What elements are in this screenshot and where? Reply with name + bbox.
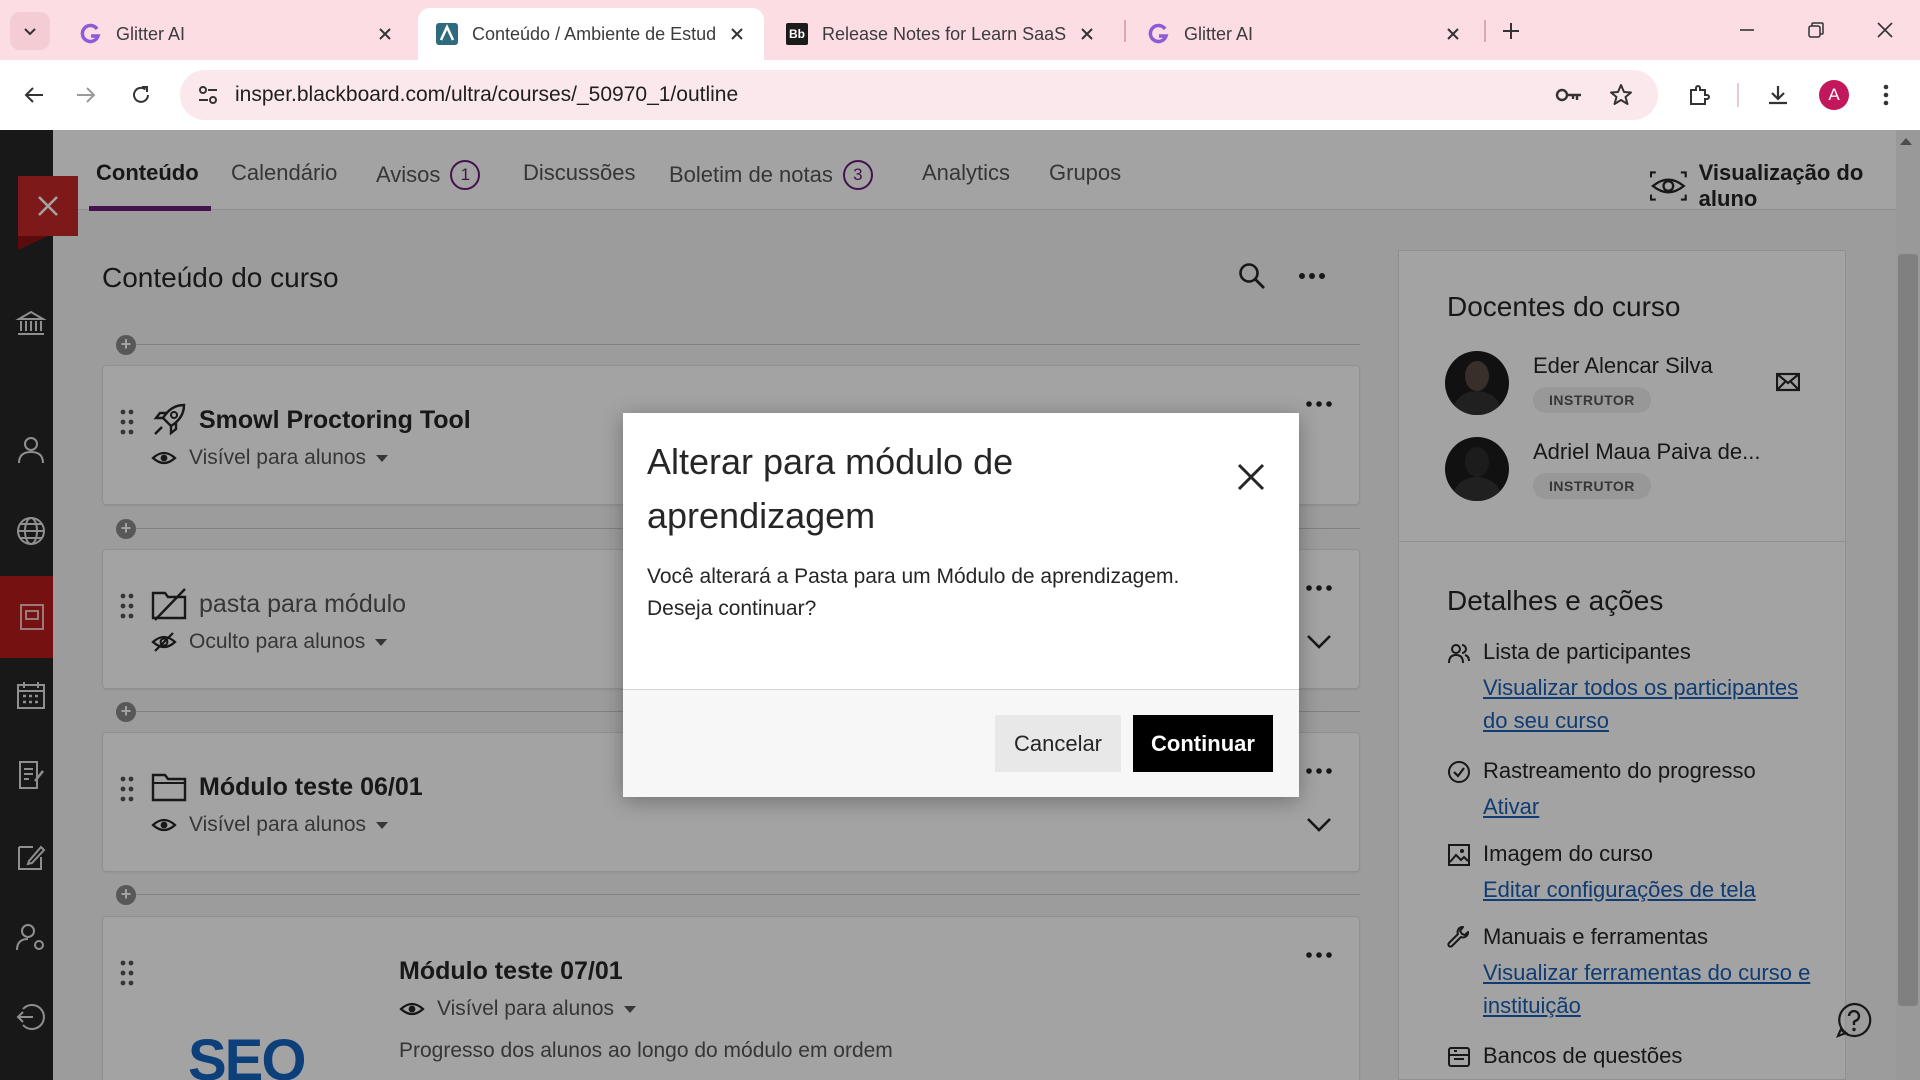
dialog-message: Você alterará a Pasta para um Módulo de … xyxy=(647,565,1180,620)
glitter-g-icon xyxy=(1148,23,1170,45)
close-window-button[interactable] xyxy=(1860,10,1910,50)
downloads-button[interactable] xyxy=(1758,75,1798,115)
dialog-title: Alterar para módulo de aprendizagem xyxy=(647,441,1014,536)
toolbar-divider xyxy=(1737,83,1739,107)
dialog-footer: Cancelar Continuar xyxy=(623,689,1299,797)
puzzle-icon xyxy=(1690,85,1710,105)
forward-button[interactable] xyxy=(66,75,106,115)
close-tab-icon[interactable] xyxy=(374,23,396,45)
tab-title: Glitter AI xyxy=(1184,23,1254,44)
ambiente-icon xyxy=(436,23,458,45)
tab-separator xyxy=(1484,20,1486,42)
reload-button[interactable] xyxy=(121,75,161,115)
download-icon xyxy=(1769,86,1787,105)
browser-toolbar: insper.blackboard.com/ultra/courses/_509… xyxy=(0,60,1920,130)
profile-avatar[interactable]: A xyxy=(1819,80,1849,110)
close-tab-icon[interactable] xyxy=(726,23,748,45)
new-tab-button[interactable] xyxy=(1494,14,1528,48)
close-tab-icon[interactable] xyxy=(1442,23,1464,45)
site-info-icon[interactable] xyxy=(196,83,220,107)
back-button[interactable] xyxy=(14,75,54,115)
browser-tab-glitter-2[interactable]: Glitter AI xyxy=(1130,8,1480,60)
tab-title: Conteúdo / Ambiente de Estud xyxy=(472,23,717,44)
plus-icon xyxy=(1503,23,1519,39)
reload-icon xyxy=(133,86,149,103)
tab-search-button[interactable] xyxy=(10,12,50,50)
close-icon xyxy=(1877,22,1893,38)
arrow-right-icon xyxy=(77,87,96,103)
blackboard-page: Conteúdo Calendário Avisos 1 Discussões B… xyxy=(0,130,1920,1080)
url-text[interactable]: insper.blackboard.com/ultra/courses/_509… xyxy=(235,83,738,107)
restore-button[interactable] xyxy=(1791,10,1841,50)
browser-tab-conteudo[interactable]: Conteúdo / Ambiente de Estud xyxy=(418,8,764,60)
extensions-button[interactable] xyxy=(1679,75,1719,115)
browser-tab-release-notes[interactable]: Bb Release Notes for Learn SaaS | / xyxy=(768,8,1114,60)
continue-button[interactable]: Continuar xyxy=(1133,715,1273,772)
browser-menu-button[interactable] xyxy=(1866,75,1906,115)
minimize-icon xyxy=(1740,29,1754,31)
arrow-left-icon xyxy=(24,87,43,103)
change-to-module-dialog: Alterar para módulo de aprendizagem Você… xyxy=(623,413,1299,797)
password-key-icon[interactable] xyxy=(1555,83,1583,107)
minimize-button[interactable] xyxy=(1722,10,1772,50)
dialog-close-button[interactable] xyxy=(1233,459,1269,495)
bookmark-star-icon[interactable] xyxy=(1608,82,1634,108)
close-icon xyxy=(1237,463,1265,491)
glitter-g-icon xyxy=(80,23,102,45)
close-tab-icon[interactable] xyxy=(1076,23,1098,45)
chevron-down-icon xyxy=(24,28,36,36)
bb-icon: Bb xyxy=(786,23,808,45)
browser-tabstrip: Glitter AI Conteúdo / Ambiente de Estud … xyxy=(0,0,1920,60)
tab-title: Glitter AI xyxy=(116,23,186,44)
tab-title: Release Notes for Learn SaaS | / xyxy=(822,23,1068,44)
kebab-menu-icon xyxy=(1883,84,1889,106)
restore-icon xyxy=(1808,22,1824,38)
address-bar[interactable]: insper.blackboard.com/ultra/courses/_509… xyxy=(180,70,1658,120)
browser-tab-glitter-1[interactable]: Glitter AI xyxy=(62,8,412,60)
tab-separator xyxy=(1124,20,1126,42)
cancel-button[interactable]: Cancelar xyxy=(995,715,1121,772)
